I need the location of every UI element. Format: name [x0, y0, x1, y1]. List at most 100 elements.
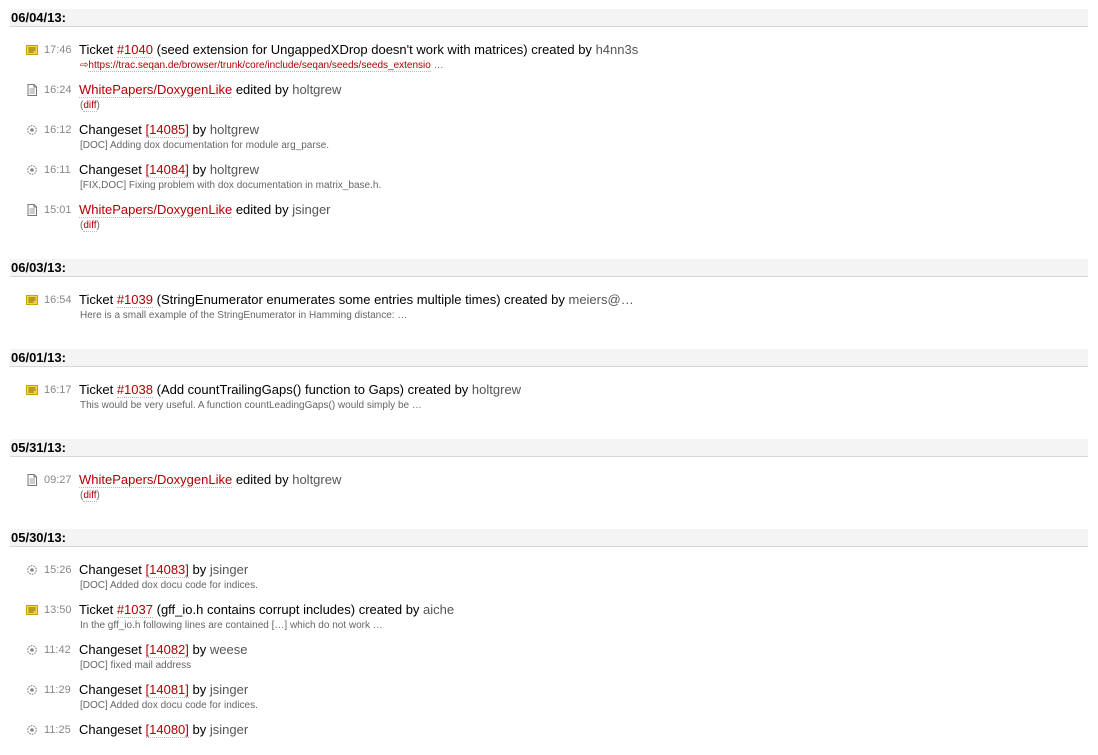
diff-link[interactable]: diff — [83, 100, 97, 112]
changeset-event: 11:42 Changeset [14082] by weese [DOC] fix… — [0, 641, 1090, 675]
event-kind-label: Ticket — [79, 292, 114, 307]
day-header: 06/03/13: — [10, 259, 1088, 277]
diff-link[interactable]: diff — [83, 220, 97, 232]
day-date: 05/30/13: — [11, 530, 66, 545]
event-title: Changeset [14080] by jsinger — [79, 721, 248, 738]
changeset-link[interactable]: [14083] — [145, 562, 189, 578]
changeset-event: 11:29 Changeset [14081] by jsinger [DOC] A… — [0, 681, 1090, 715]
ticket-event: 13:50 Ticket #1037 (gff_io.h contains cor… — [0, 601, 1090, 635]
ticket-link[interactable]: #1039 — [116, 292, 153, 308]
ticket-link[interactable]: #1040 — [116, 42, 153, 58]
event-author: aiche — [423, 602, 455, 617]
event-author: holtgrew — [209, 122, 260, 137]
event-action: edited by — [235, 472, 289, 487]
event-author: weese — [209, 642, 248, 657]
event-kind-label: Changeset — [79, 162, 142, 177]
ticket-url-link[interactable]: https://trac.seqan.de/browser/trunk/core… — [88, 60, 431, 72]
event-time: 16:12 — [44, 124, 72, 136]
event-author: h4nn3s — [595, 42, 639, 57]
changeset-event: 11:25 Changeset [14080] by jsinger — [0, 721, 1090, 755]
day-date: 06/04/13: — [11, 10, 66, 25]
event-kind-label: Changeset — [79, 682, 142, 697]
ticket-event: 17:46 Ticket #1040 (seed extension for Un… — [0, 41, 1090, 75]
event-detail: [DOC] Added dox docu code for indices. — [80, 699, 258, 712]
changeset-link[interactable]: [14085] — [145, 122, 189, 138]
event-action: by — [192, 682, 207, 697]
event-detail: [FIX,DOC] Fixing problem with dox docume… — [80, 179, 381, 192]
event-detail: (diff) — [80, 220, 100, 232]
event-action: by — [192, 722, 207, 737]
ticket-icon — [26, 44, 38, 56]
event-time: 16:54 — [44, 294, 72, 306]
event-message: Here is a small example of the StringEnu… — [80, 310, 408, 321]
event-message: [DOC] Adding dox documentation for modul… — [80, 140, 330, 151]
event-action: by — [192, 122, 207, 137]
event-kind-label: Changeset — [79, 122, 142, 137]
wiki-event: 09:27 WhitePapers/DoxygenLike edited by h… — [0, 471, 1090, 505]
wiki-page-link[interactable]: WhitePapers/DoxygenLike — [79, 472, 233, 488]
diff-link[interactable]: diff — [83, 490, 97, 502]
event-message: This would be very useful. A function co… — [80, 400, 422, 411]
event-author: holtgrew — [292, 82, 342, 97]
event-author: jsinger — [209, 682, 249, 697]
wiki-page-icon — [26, 204, 38, 216]
ticket-summary: (seed extension for UngappedXDrop doesn'… — [156, 42, 528, 57]
day-header: 06/01/13: — [10, 349, 1088, 367]
event-action: by — [192, 642, 207, 657]
event-title: Changeset [14084] by holtgrew — [79, 161, 259, 178]
event-author: holtgrew — [209, 162, 260, 177]
day-header: 06/04/13: — [10, 9, 1088, 27]
event-message: [DOC] Added dox docu code for indices. — [80, 580, 258, 591]
event-time: 11:42 — [44, 644, 71, 656]
event-title: Ticket #1040 (seed extension for Ungappe… — [79, 41, 638, 58]
event-time: 16:11 — [44, 164, 71, 176]
ticket-link[interactable]: #1038 — [116, 382, 153, 398]
event-action: created by — [531, 42, 592, 57]
event-title: WhitePapers/DoxygenLike edited by jsinge… — [79, 201, 331, 218]
event-title: Changeset [14083] by jsinger — [79, 561, 248, 578]
event-message: In the gff_io.h following lines are cont… — [80, 620, 383, 631]
wiki-page-link[interactable]: WhitePapers/DoxygenLike — [79, 82, 233, 98]
changeset-event: 16:11 Changeset [14084] by holtgrew [FIX,D… — [0, 161, 1090, 195]
event-author: holtgrew — [471, 382, 522, 397]
changeset-event: 15:26 Changeset [14083] by jsinger [DOC] A… — [0, 561, 1090, 595]
changeset-icon — [26, 684, 38, 696]
changeset-icon — [26, 724, 38, 736]
changeset-link[interactable]: [14084] — [145, 162, 189, 178]
event-action: by — [192, 162, 207, 177]
event-title: Ticket #1039 (StringEnumerator enumerate… — [79, 291, 634, 308]
event-title: WhitePapers/DoxygenLike edited by holtgr… — [79, 81, 341, 98]
event-time: 17:46 — [44, 44, 72, 56]
event-title: Changeset [14081] by jsinger — [79, 681, 248, 698]
changeset-link[interactable]: [14082] — [145, 642, 189, 658]
wiki-page-icon — [26, 474, 38, 486]
event-action: created by — [504, 292, 565, 307]
ticket-event: 16:54 Ticket #1039 (StringEnumerator enum… — [0, 291, 1090, 325]
wiki-page-link[interactable]: WhitePapers/DoxygenLike — [79, 202, 233, 218]
changeset-event: 16:12 Changeset [14085] by holtgrew [DOC] … — [0, 121, 1090, 155]
event-time: 15:01 — [44, 204, 72, 216]
day-date: 06/01/13: — [11, 350, 66, 365]
event-message: [DOC] Added dox docu code for indices. — [80, 700, 258, 711]
event-detail: (diff) — [80, 100, 100, 112]
event-detail: [DOC] Adding dox documentation for modul… — [80, 139, 329, 152]
event-action: edited by — [235, 202, 289, 217]
ticket-link[interactable]: #1037 — [116, 602, 153, 618]
event-action: created by — [358, 602, 420, 617]
timeline: 06/04/13: 17:46 Ticket #1040 (seed extensi… — [0, 0, 1098, 738]
event-detail: ⇨https://trac.seqan.de/browser/trunk/cor… — [80, 59, 444, 72]
ticket-summary: (gff_io.h contains corrupt includes) — [156, 602, 356, 617]
changeset-icon — [26, 564, 38, 576]
day-header: 05/30/13: — [10, 529, 1088, 547]
ticket-icon — [26, 294, 38, 306]
event-message: [FIX,DOC] Fixing problem with dox docume… — [80, 180, 382, 191]
changeset-link[interactable]: [14081] — [145, 682, 189, 698]
changeset-icon — [26, 644, 38, 656]
event-title: Ticket #1038 (Add countTrailingGaps() fu… — [79, 381, 521, 398]
event-action: edited by — [235, 82, 289, 97]
event-kind-label: Ticket — [79, 42, 114, 57]
day-header: 05/31/13: — [10, 439, 1088, 457]
wiki-event: 15:01 WhitePapers/DoxygenLike edited by j… — [0, 201, 1090, 235]
event-time: 16:17 — [44, 384, 72, 396]
event-time: 15:26 — [44, 564, 72, 576]
